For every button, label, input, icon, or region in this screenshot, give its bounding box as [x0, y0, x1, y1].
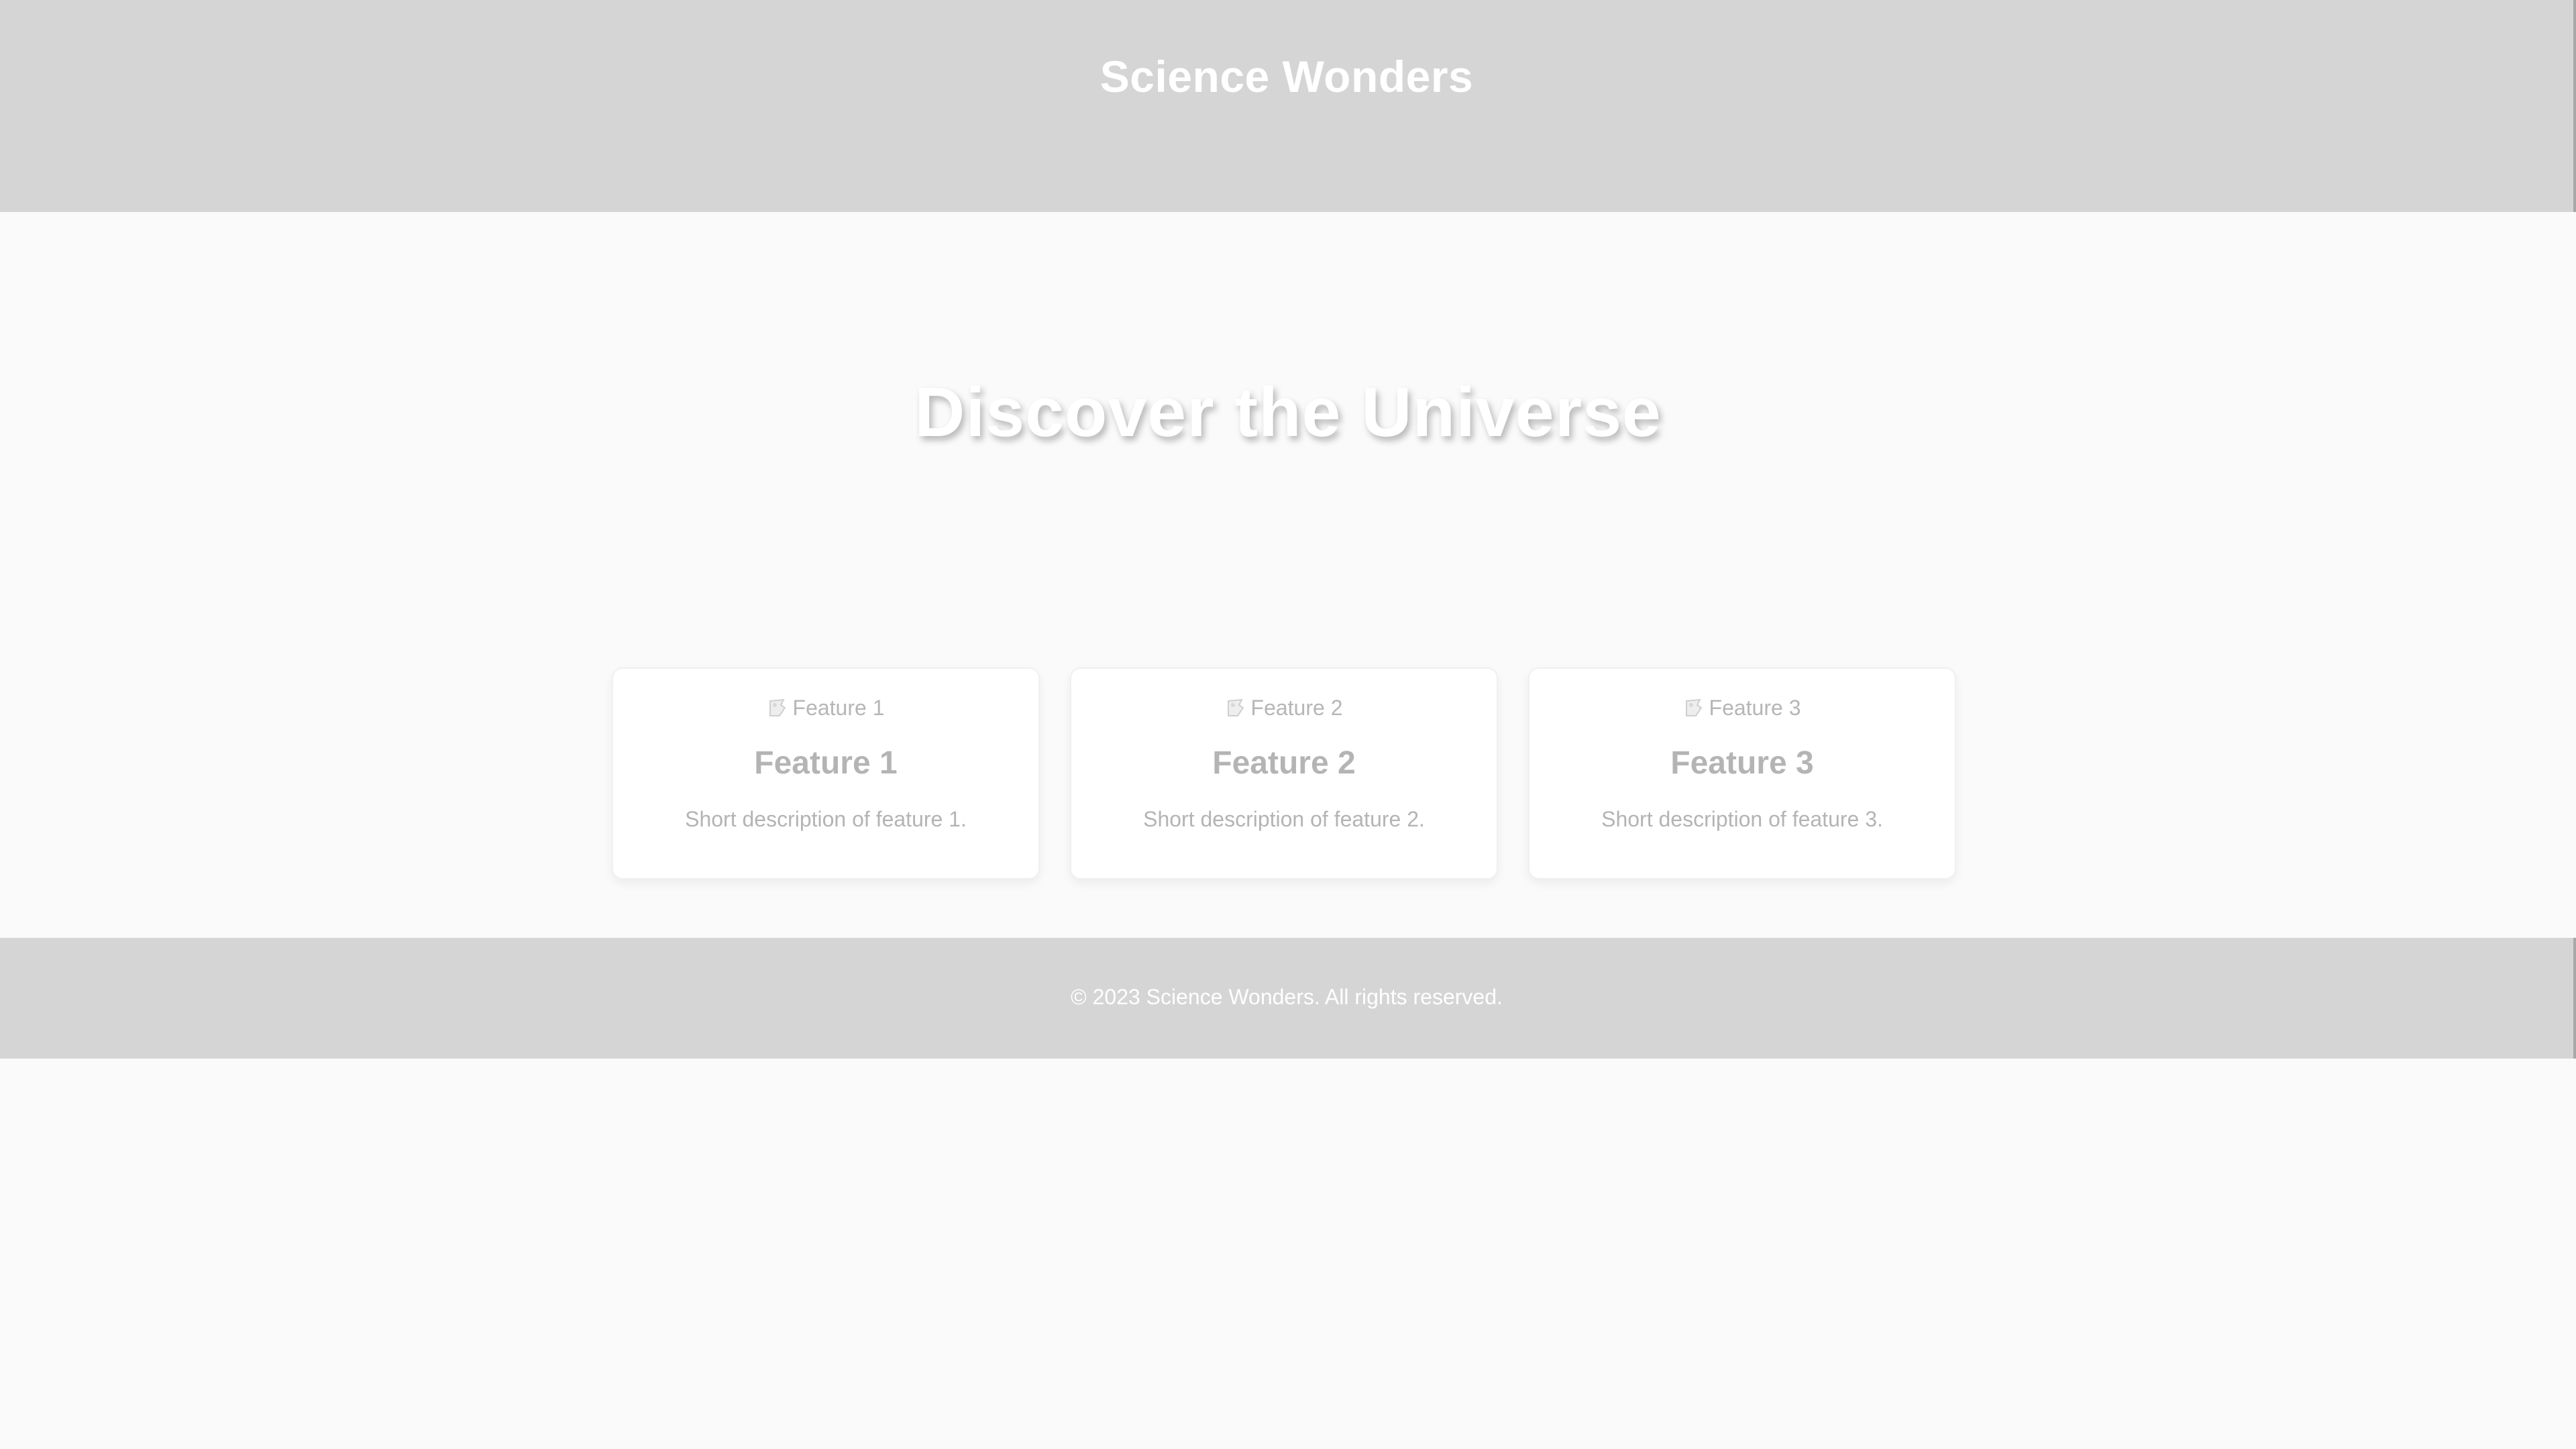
feature-description: Short description of feature 2. [1143, 807, 1425, 831]
page: Science Wonders Discover the Universe Fe… [0, 0, 2576, 1449]
feature-title: Feature 1 [754, 745, 898, 781]
feature-image-alt: Feature 1 [792, 695, 885, 720]
feature-card: Feature 3 Feature 3 Short description of… [1528, 667, 1956, 879]
feature-image: Feature 3 [1529, 693, 1955, 722]
feature-description: Short description of feature 1. [685, 807, 967, 831]
feature-title: Feature 3 [1670, 745, 1814, 781]
feature-image: Feature 2 [1071, 693, 1497, 722]
feature-card: Feature 1 Feature 1 Short description of… [612, 667, 1040, 879]
broken-image-icon [767, 696, 792, 720]
site-title: Science Wonders [1099, 52, 1474, 101]
site-header: Science Wonders [0, 0, 2576, 212]
broken-image-icon [1226, 696, 1250, 720]
hero-section: Discover the Universe [0, 212, 2576, 648]
copyright-text: © 2023 Science Wonders. All rights reser… [1071, 985, 1503, 1009]
feature-image-alt: Feature 2 [1250, 695, 1343, 720]
feature-description: Short description of feature 3. [1601, 807, 1883, 831]
broken-image-icon [1684, 696, 1708, 720]
feature-image-alt: Feature 3 [1709, 695, 1801, 720]
hero-title: Discover the Universe [914, 374, 1662, 451]
feature-title: Feature 2 [1212, 745, 1356, 781]
site-footer: © 2023 Science Wonders. All rights reser… [0, 938, 2576, 1059]
feature-card: Feature 2 Feature 2 Short description of… [1070, 667, 1498, 879]
features-section: Feature 1 Feature 1 Short description of… [612, 667, 1957, 881]
feature-image: Feature 1 [613, 693, 1038, 722]
